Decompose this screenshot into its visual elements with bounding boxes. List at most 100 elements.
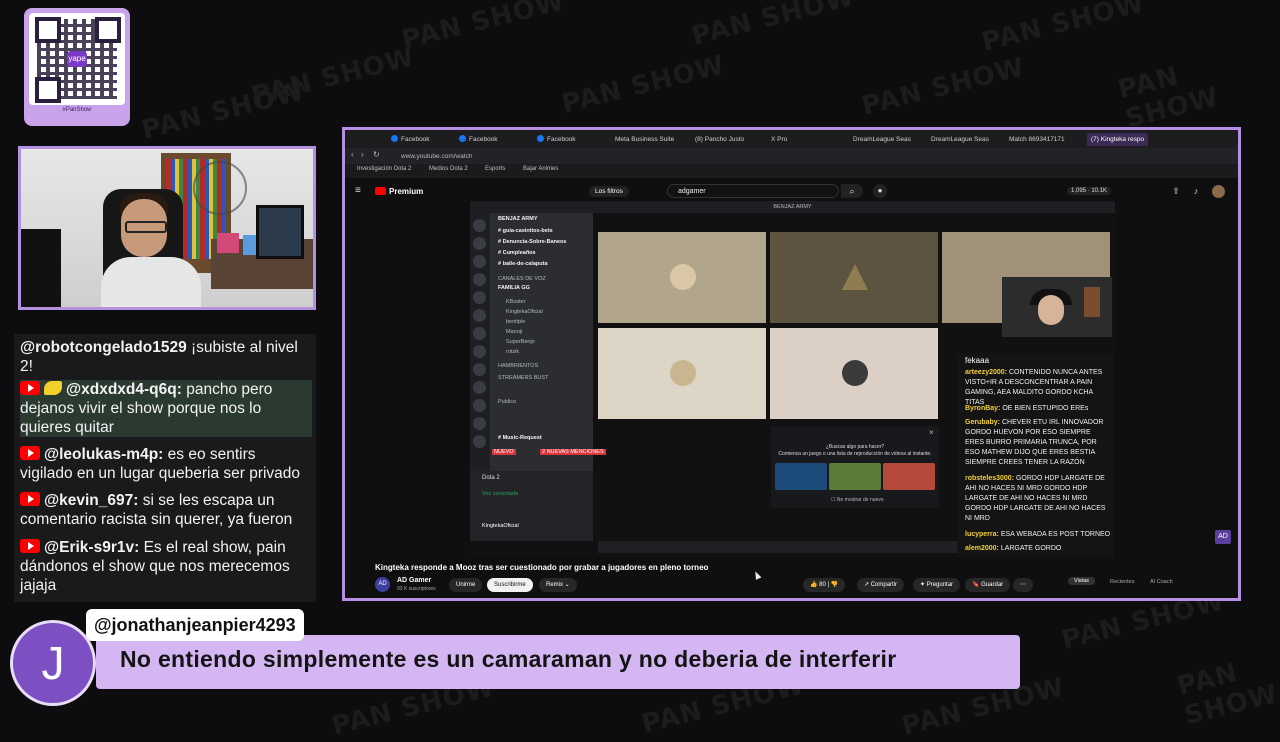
search-input[interactable]: adgamer bbox=[667, 184, 839, 198]
yape-logo-icon: yape bbox=[67, 51, 87, 67]
close-icon[interactable]: × bbox=[929, 428, 934, 437]
activity-thumbnail[interactable] bbox=[829, 463, 881, 490]
ad-gamer-logo-icon: AD bbox=[1215, 530, 1231, 544]
qr-code: yape bbox=[29, 13, 125, 105]
save-button[interactable]: 🔖 Guardar bbox=[965, 578, 1011, 592]
bookmarks-bar: Investigación Dota 2 Medios Dota 2 Espor… bbox=[345, 164, 1238, 178]
remix-button[interactable]: Remix ⌄ bbox=[539, 578, 577, 592]
browser-tab[interactable]: DreamLeague Seas bbox=[931, 133, 989, 146]
call-tile bbox=[598, 232, 766, 323]
bookmark-item[interactable]: Medios Dota 2 bbox=[429, 166, 468, 172]
discord-category: HAMBRIENTOS bbox=[498, 363, 539, 369]
watermark-logo: PAN SHOW bbox=[558, 50, 729, 120]
account-avatar[interactable] bbox=[1212, 185, 1225, 198]
discord-channel[interactable]: # Music-Request bbox=[498, 435, 542, 441]
activity-thumbnail[interactable] bbox=[775, 463, 827, 490]
address-bar[interactable]: ‹ › ↻ www.youtube.com/watch bbox=[345, 148, 1238, 164]
video-title: Kingteka responde a Mooz tras ser cuesti… bbox=[375, 563, 709, 572]
call-tile bbox=[770, 328, 938, 419]
like-button[interactable]: 👍 80 | 👎 bbox=[803, 578, 846, 592]
browser-tab[interactable]: Meta Business Suite bbox=[615, 133, 674, 146]
discord-user-panel: Dota 2 Voz conectada KingtekaOficial bbox=[470, 471, 593, 541]
browser-tab[interactable]: Facebook bbox=[391, 133, 430, 146]
activity-popup: × ¿Buscas algo para hacer? Comienza un ju… bbox=[771, 426, 939, 508]
browser-tab-active[interactable]: (7) Kingteka respo bbox=[1087, 133, 1149, 146]
qr-caption: #PanShow bbox=[62, 107, 92, 113]
share-button[interactable]: ↗ Compartir bbox=[857, 578, 905, 592]
filters-button[interactable]: Los filtros bbox=[589, 186, 629, 197]
youtube-badge-icon bbox=[20, 446, 40, 460]
featured-message-text: No entiendo simplemente es un camaraman … bbox=[120, 646, 897, 672]
featured-user-avatar: J bbox=[10, 620, 96, 706]
youtube-live-chat: fekaaa arteezy2000: CONTENIDO NUNCA ANTE… bbox=[957, 354, 1114, 557]
streamer-webcam bbox=[18, 146, 316, 310]
voice-connected-status: Voz conectada bbox=[482, 491, 519, 497]
browser-tab[interactable]: Facebook bbox=[537, 133, 576, 146]
youtube-logo[interactable]: Premium bbox=[375, 187, 423, 196]
mouse-cursor-icon bbox=[752, 570, 762, 580]
discord-member: benitple bbox=[506, 319, 526, 325]
youtube-badge-icon bbox=[20, 492, 40, 506]
call-tile bbox=[598, 328, 766, 419]
browser-tab[interactable]: DreamLeague Seas bbox=[853, 133, 911, 146]
channel-avatar[interactable]: AD bbox=[375, 577, 390, 592]
url-text[interactable]: www.youtube.com/watch bbox=[401, 151, 1101, 162]
youtube-play-icon bbox=[375, 187, 386, 195]
browser-tab[interactable]: (8) Pancho Justo bbox=[695, 133, 744, 146]
discord-self-user: KingtekaOficial bbox=[482, 523, 519, 529]
watermark-logo: PAN SHOW bbox=[138, 76, 309, 146]
facebook-icon bbox=[537, 135, 544, 142]
picture-in-picture-cam bbox=[1002, 277, 1112, 337]
facebook-icon bbox=[459, 135, 466, 142]
tab-ai-coach[interactable]: AI Coach bbox=[1150, 579, 1173, 585]
bookmark-item[interactable]: Esports bbox=[485, 166, 505, 172]
discord-channel[interactable]: # Cumpleaños bbox=[498, 250, 536, 256]
voice-search-icon[interactable]: ● bbox=[873, 184, 887, 198]
discord-member: rotzik bbox=[506, 349, 520, 355]
discord-member: SuperBenjo bbox=[506, 339, 535, 345]
dont-show-checkbox[interactable]: ☐ No mostrar de nuevo bbox=[831, 497, 884, 503]
subscribe-button[interactable]: Suscribirme bbox=[487, 578, 533, 592]
channel-name[interactable]: AD Gamer bbox=[397, 577, 431, 584]
browser-tab[interactable]: Match 8693417171 bbox=[1009, 133, 1065, 146]
chat-message: @kevin_697: si se les escapa un comentar… bbox=[20, 492, 293, 528]
tab-recent[interactable]: Recientes bbox=[1110, 579, 1134, 585]
more-options-icon[interactable]: ⋯ bbox=[1013, 578, 1033, 592]
channel-subscribers: 93 K suscriptores bbox=[397, 586, 436, 592]
chat-message: @robotcongelado1529 ¡subiste al nivel 2! bbox=[20, 339, 298, 375]
back-icon[interactable]: ‹ bbox=[351, 150, 354, 159]
youtube-badge-icon bbox=[20, 381, 40, 395]
activity-thumbnail[interactable] bbox=[883, 463, 935, 490]
discord-channel[interactable]: # guia-casinitos-bets bbox=[498, 228, 553, 234]
mentions-badge[interactable]: 2 NUEVAS MENCIONES bbox=[540, 449, 606, 455]
browser-tab[interactable]: Facebook bbox=[459, 133, 498, 146]
discord-voice-channel[interactable]: FAMILIA GG bbox=[498, 285, 530, 291]
upload-icon[interactable]: ⇪ bbox=[1171, 186, 1181, 196]
discord-channel[interactable]: # baile-de-calaputa bbox=[498, 261, 548, 267]
watermark-logo: PAN SHOW bbox=[978, 0, 1149, 58]
notifications-icon[interactable]: ♪ bbox=[1191, 186, 1201, 196]
join-button[interactable]: Unirme bbox=[449, 578, 483, 592]
bookmark-item[interactable]: Investigación Dota 2 bbox=[357, 166, 411, 172]
chat-message: @xdxdxd4-q6q: pancho pero dejanos vivir … bbox=[20, 380, 312, 437]
live-chat-header: fekaaa bbox=[965, 356, 990, 365]
discord-category: Publico bbox=[498, 399, 517, 405]
qr-code-card: yape #PanShow bbox=[24, 8, 130, 126]
discord-channel[interactable]: # Denuncia-Sobre-Baneos bbox=[498, 239, 566, 245]
discord-category: STREAMERS BUST bbox=[498, 375, 549, 381]
watermark-logo: PAN SHOW bbox=[688, 0, 859, 52]
live-chat-overlay: @robotcongelado1529 ¡subiste al nivel 2!… bbox=[14, 334, 316, 602]
tab-views[interactable]: Vistas bbox=[1068, 577, 1095, 585]
menu-icon[interactable]: ≡ bbox=[355, 185, 361, 196]
call-tile bbox=[770, 232, 938, 323]
bookmark-item[interactable]: Bajar Animes bbox=[523, 166, 558, 172]
reload-icon[interactable]: ↻ bbox=[373, 150, 380, 159]
live-chat-message: alem2000: LARGATE GORDO bbox=[965, 545, 1062, 552]
search-icon[interactable]: ⌕ bbox=[841, 184, 863, 198]
browser-tab[interactable]: X Pro bbox=[771, 133, 787, 146]
live-chat-message: ByronBay: OE BIEN ESTUPIDO EREs bbox=[965, 405, 1089, 412]
stats-badge: 1,095 · 10.1K bbox=[1067, 187, 1112, 195]
ask-button[interactable]: ✦ Preguntar bbox=[913, 578, 961, 592]
featured-message-username: @jonathanjeanpier4293 bbox=[86, 609, 304, 641]
forward-icon[interactable]: › bbox=[361, 150, 364, 159]
